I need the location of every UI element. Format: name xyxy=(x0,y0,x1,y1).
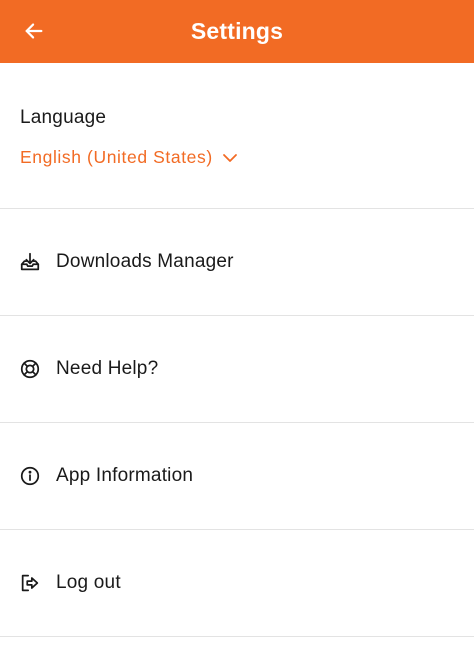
download-tray-icon xyxy=(18,250,42,274)
menu-item-label: Log out xyxy=(56,572,121,593)
menu-item-app-information[interactable]: App Information xyxy=(0,423,474,530)
language-label: Language xyxy=(20,107,107,128)
menu-item-label: Downloads Manager xyxy=(56,251,234,272)
menu-item-label: App Information xyxy=(56,465,194,486)
language-section: Language English (United States) xyxy=(0,63,474,209)
settings-screen: Settings Language English (United States… xyxy=(0,0,474,655)
arrow-left-icon xyxy=(25,23,43,39)
app-header: Settings xyxy=(0,0,474,63)
language-dropdown[interactable]: English (United States) xyxy=(20,147,239,168)
logout-icon xyxy=(18,571,42,595)
menu-item-label: Need Help? xyxy=(56,358,159,379)
page-title: Settings xyxy=(190,18,284,44)
lifebuoy-icon xyxy=(18,357,42,381)
info-icon xyxy=(18,464,42,488)
language-selected-value: English (United States) xyxy=(20,147,213,167)
menu-item-need-help[interactable]: Need Help? xyxy=(0,316,474,423)
chevron-down-icon xyxy=(222,153,237,162)
menu-item-downloads-manager[interactable]: Downloads Manager xyxy=(0,209,474,316)
menu-item-log-out[interactable]: Log out xyxy=(0,530,474,637)
back-button[interactable] xyxy=(14,11,54,51)
